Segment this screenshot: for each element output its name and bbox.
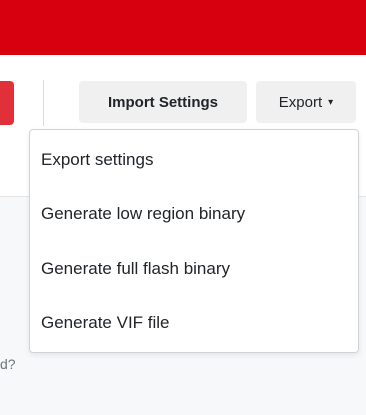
toolbar-divider: [43, 80, 44, 126]
cut-off-text: d?: [0, 356, 16, 372]
menu-item-label: Generate full flash binary: [41, 259, 230, 278]
app-window: Import Settings Export ▾ d? Export setti…: [0, 0, 366, 415]
menu-item-export-settings[interactable]: Export settings: [30, 134, 358, 186]
export-dropdown-menu: Export settings Generate low region bina…: [29, 129, 359, 353]
menu-item-label: Generate low region binary: [41, 204, 246, 223]
partial-red-button[interactable]: [0, 81, 14, 125]
menu-item-generate-vif-file[interactable]: Generate VIF file: [30, 297, 358, 349]
menu-item-generate-full-flash-binary[interactable]: Generate full flash binary: [30, 243, 358, 295]
export-dropdown-button[interactable]: Export ▾: [256, 81, 356, 123]
menu-item-label: Generate VIF file: [41, 313, 170, 332]
menu-item-label: Export settings: [41, 150, 154, 169]
chevron-down-icon: ▾: [328, 97, 334, 108]
import-settings-button[interactable]: Import Settings: [79, 81, 247, 123]
export-label: Export: [278, 93, 323, 111]
import-settings-label: Import Settings: [107, 93, 218, 111]
menu-item-generate-low-region-binary[interactable]: Generate low region binary: [30, 188, 358, 240]
header-bar: [0, 0, 366, 55]
